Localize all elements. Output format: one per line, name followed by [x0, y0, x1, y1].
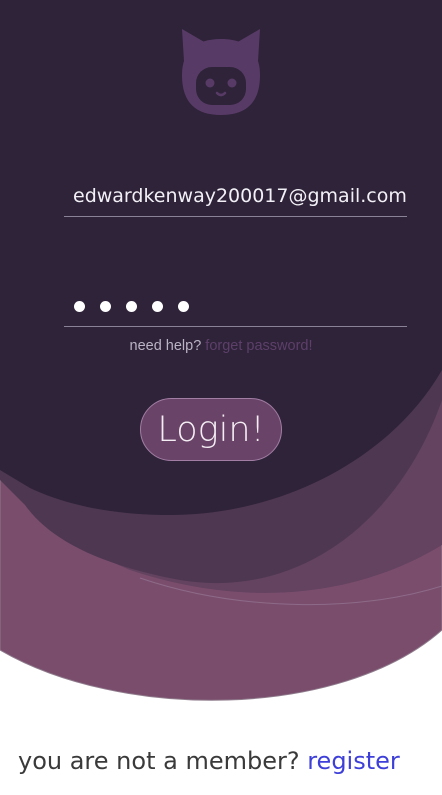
password-dot	[74, 300, 85, 312]
email-value: edwardkenway200017@gmail.com	[73, 185, 407, 207]
password-dot	[152, 300, 163, 312]
email-field[interactable]: edwardkenway200017@gmail.com	[64, 176, 407, 217]
password-field[interactable]	[64, 286, 407, 327]
password-dot	[100, 300, 111, 312]
help-line: need help? forget password!	[0, 338, 442, 354]
help-prefix: need help?	[129, 338, 202, 354]
password-mask	[64, 297, 189, 316]
member-prompt: you are not a member? register	[18, 747, 400, 775]
member-text: you are not a member?	[18, 747, 300, 775]
password-dot	[178, 300, 189, 312]
password-dot	[126, 300, 137, 312]
register-link[interactable]: register	[307, 747, 400, 775]
cat-robot-logo-icon	[182, 29, 260, 115]
login-button[interactable]: Login!	[140, 398, 282, 461]
forget-password-link[interactable]: forget password!	[205, 338, 312, 354]
